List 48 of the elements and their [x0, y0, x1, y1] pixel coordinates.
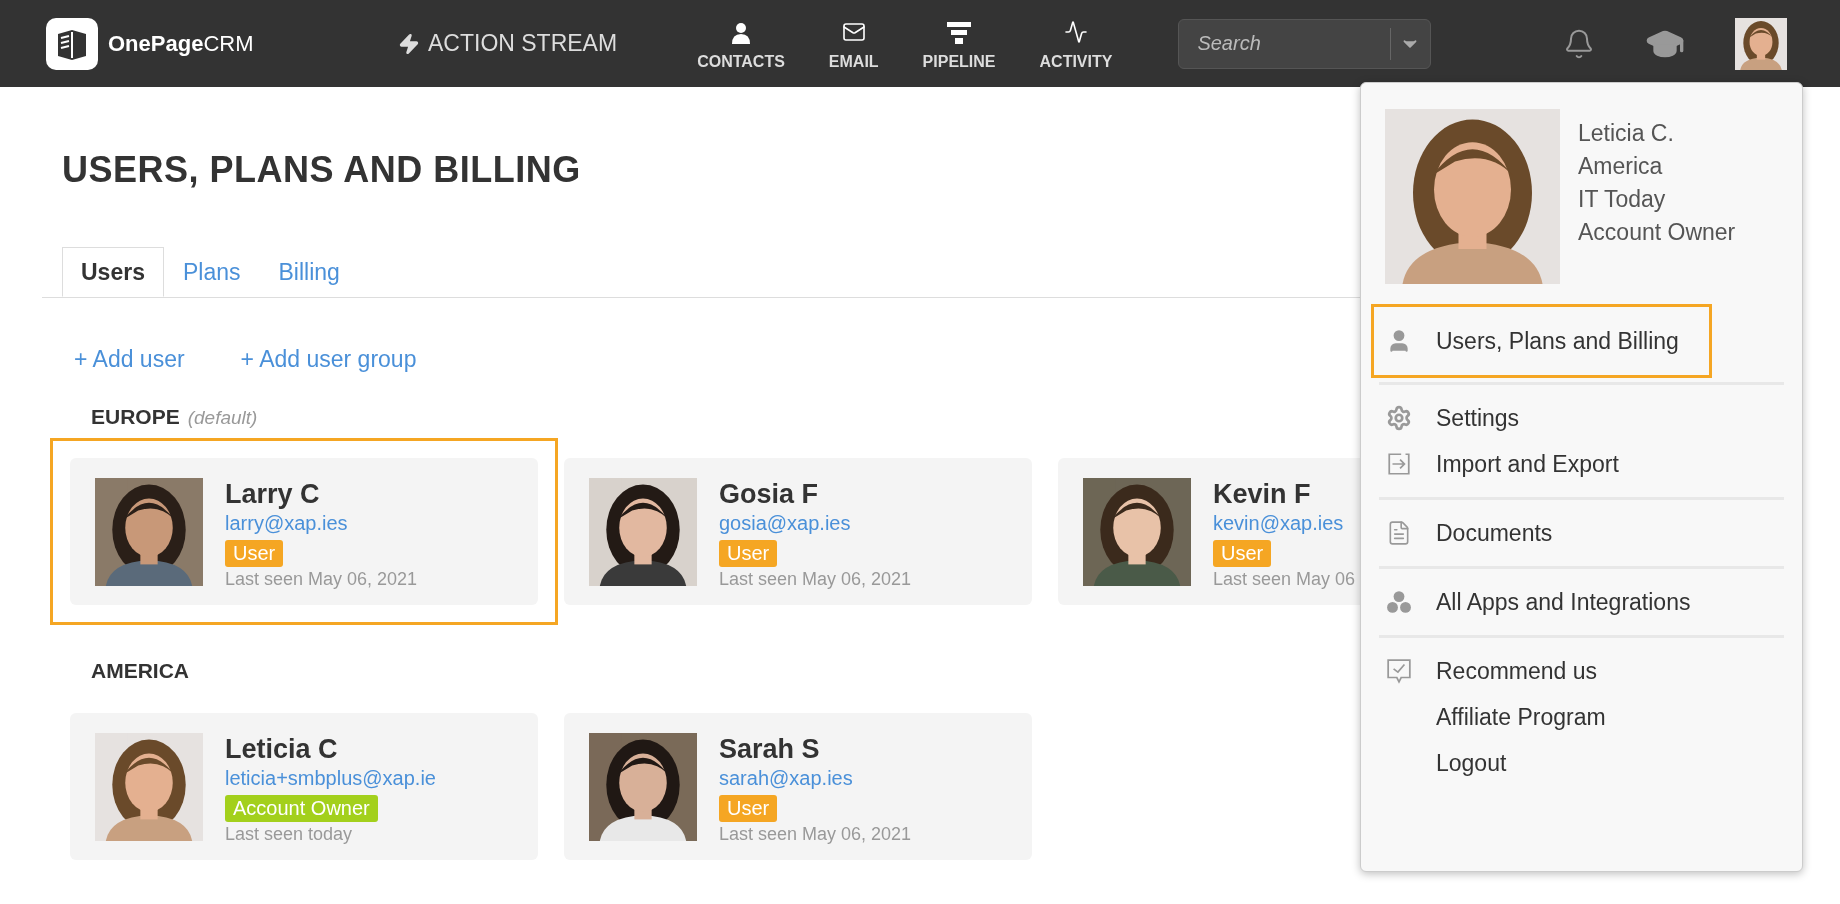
user-card[interactable]: Leticia C leticia+smbplus@xap.ie Account Owner Last seen today	[70, 712, 538, 860]
last-seen: Last seen May 06	[1213, 568, 1356, 591]
group-note: (default)	[187, 405, 258, 430]
user-card[interactable]: Larry C larry@xap.ies User Last seen May 06, 2021	[70, 458, 538, 605]
logo-text: OnePageCRM	[108, 30, 254, 58]
profile-detail: IT Today	[1578, 185, 1667, 214]
role-badge: User	[719, 540, 778, 567]
circles-icon	[1386, 589, 1412, 615]
pipeline-icon	[947, 21, 972, 44]
group-name: EUROPE	[91, 403, 180, 430]
logo-icon	[46, 17, 98, 70]
last-seen: Last seen May 06, 2021	[719, 568, 912, 591]
role-badge: User	[1213, 540, 1272, 567]
user-name: Larry C	[225, 478, 321, 510]
nav-item[interactable]: ACTIVITY	[1019, 13, 1133, 74]
role-badge: User	[719, 794, 778, 822]
last-seen: Last seen today	[225, 822, 354, 846]
user-card[interactable]: Gosia F gosia@xap.ies User Last seen May 06, 2021	[564, 458, 1032, 605]
user-name: Kevin F	[1213, 478, 1312, 510]
user-name: Sarah S	[719, 732, 821, 765]
menu-item[interactable]: Users, Plans and Billing	[1371, 304, 1712, 378]
search-field[interactable]: Search	[1178, 18, 1432, 69]
nav-item[interactable]: EMAIL	[808, 13, 899, 74]
menu-item[interactable]: Logout	[1371, 740, 1540, 786]
role-badge: User	[225, 540, 284, 567]
last-seen: Last seen May 06, 2021	[719, 822, 912, 846]
menu-item[interactable]: Affiliate Program	[1371, 694, 1639, 740]
group-name: AMERICA	[91, 658, 189, 684]
settings-icon	[1386, 405, 1412, 431]
profile-detail: America	[1578, 152, 1664, 181]
person-icon	[730, 21, 751, 44]
nav-item[interactable]: CONTACTS	[677, 13, 805, 74]
last-seen: Last seen May 06, 2021	[225, 568, 418, 591]
page-title: USERS, PLANS AND BILLING	[62, 148, 581, 192]
profile-detail: Account Owner	[1578, 218, 1736, 247]
user-name: Leticia C	[225, 732, 339, 765]
nav-item[interactable]: PIPELINE	[902, 13, 1016, 74]
recommend-icon	[1386, 658, 1412, 684]
import-icon	[1386, 451, 1412, 477]
menu-item[interactable]: Recommend us	[1371, 648, 1631, 694]
action-stream-link[interactable]: ACTION STREAM	[398, 26, 618, 61]
user-card[interactable]: Sarah S sarah@xap.ies User Last seen May 06, 2021	[564, 712, 1032, 860]
tab[interactable]: Users	[62, 247, 164, 297]
role-badge: Account Owner	[225, 794, 378, 822]
menu-item[interactable]: Settings	[1371, 395, 1553, 441]
user-name: Gosia F	[719, 478, 820, 510]
notifications-icon[interactable]	[1563, 27, 1595, 60]
profile-detail: Leticia C.	[1578, 119, 1675, 148]
